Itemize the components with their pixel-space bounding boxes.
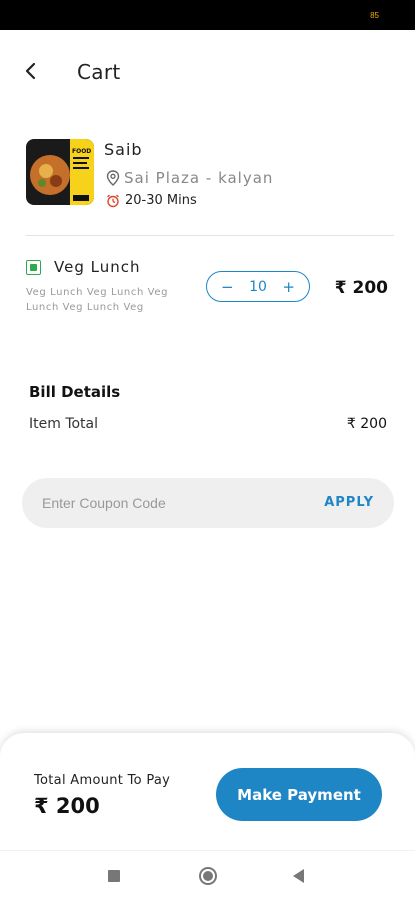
- cart-item: Veg Lunch Veg Lunch Veg Lunch Veg Lunch …: [26, 256, 396, 326]
- arrow-left-icon: [25, 62, 36, 80]
- restaurant-thumbnail: FOOD: [26, 139, 94, 205]
- recent-apps-icon[interactable]: [108, 870, 120, 882]
- increment-button[interactable]: +: [282, 278, 295, 296]
- home-icon[interactable]: [199, 867, 217, 885]
- back-button[interactable]: [18, 58, 44, 84]
- decrement-button[interactable]: −: [221, 278, 234, 296]
- coupon-box: APPLY: [22, 478, 394, 528]
- location-pin-icon: [106, 170, 120, 186]
- total-amount-value: ₹ 200: [34, 794, 100, 818]
- item-total-row: Item Total ₹ 200: [29, 416, 387, 432]
- quantity-value: 10: [249, 278, 267, 295]
- system-nav-bar: [0, 850, 415, 900]
- restaurant-location: Sai Plaza - kalyan: [106, 169, 273, 187]
- bill-details-title: Bill Details: [29, 383, 121, 401]
- battery-indicator: 85: [370, 11, 379, 20]
- item-description: Veg Lunch Veg Lunch Veg Lunch Veg Lunch …: [26, 287, 169, 313]
- restaurant-card: FOOD Saib Sai Plaza - kalyan 20-30 Mins: [26, 137, 396, 209]
- item-total-value: ₹ 200: [346, 416, 387, 432]
- delivery-time: 20-30 Mins: [106, 193, 197, 208]
- delivery-time-text: 20-30 Mins: [125, 193, 197, 208]
- app-bar: Cart: [0, 30, 415, 114]
- item-total-label: Item Total: [29, 416, 99, 432]
- restaurant-name: Saib: [104, 140, 143, 159]
- item-name: Veg Lunch: [54, 258, 141, 276]
- total-amount-label: Total Amount To Pay: [34, 773, 171, 788]
- apply-coupon-button[interactable]: APPLY: [324, 495, 374, 510]
- coupon-input[interactable]: [42, 490, 302, 516]
- divider: [26, 235, 394, 236]
- item-price: ₹ 200: [334, 278, 388, 298]
- page-title: Cart: [77, 60, 121, 84]
- veg-indicator-icon: [26, 260, 41, 275]
- status-bar: 85: [0, 0, 415, 30]
- alarm-clock-icon: [107, 194, 119, 207]
- restaurant-location-text: Sai Plaza - kalyan: [124, 169, 274, 187]
- quantity-stepper: − 10 +: [206, 271, 310, 302]
- thumbnail-text: FOOD: [72, 148, 91, 155]
- nav-back-icon[interactable]: [293, 869, 304, 883]
- make-payment-button[interactable]: Make Payment: [216, 768, 382, 821]
